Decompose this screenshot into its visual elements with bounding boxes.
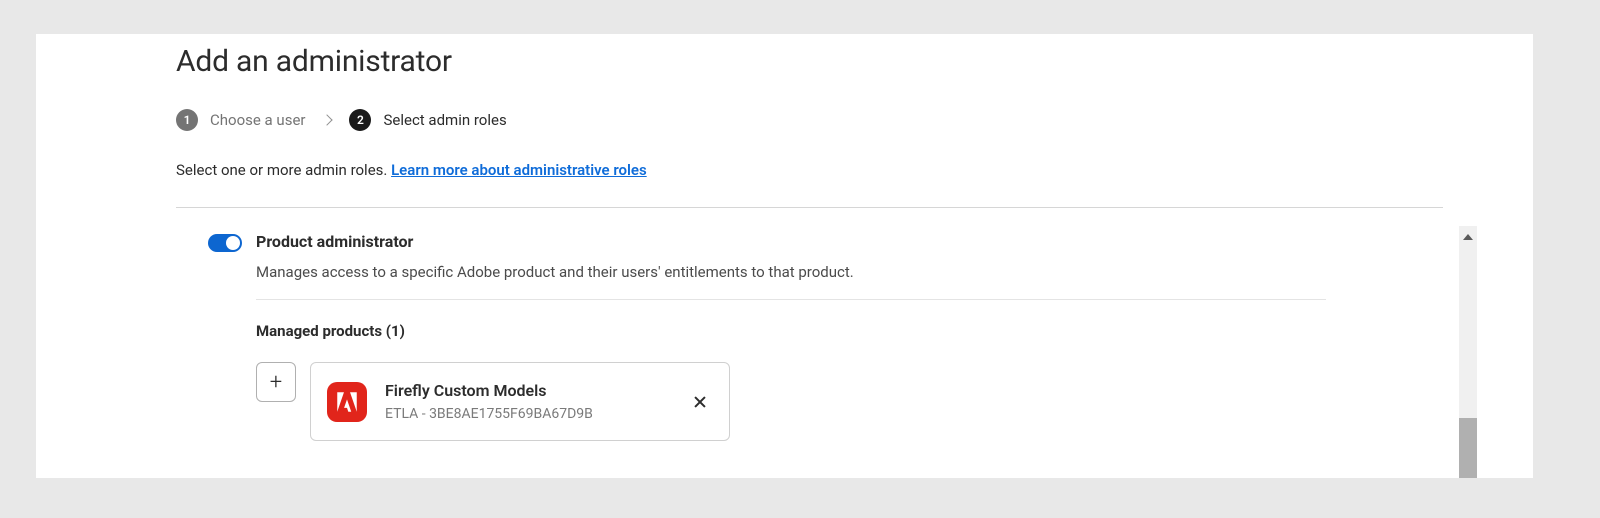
- product-subtitle: ETLA - 3BE8AE1755F69BA67D9B: [385, 406, 677, 422]
- step-choose-user[interactable]: 1 Choose a user: [176, 109, 305, 131]
- toggle-knob-icon: [226, 236, 240, 250]
- role-divider: [256, 299, 1326, 300]
- chevron-right-icon: [322, 114, 333, 125]
- product-name: Firefly Custom Models: [385, 381, 677, 400]
- section-divider: [176, 207, 1443, 208]
- step-label: Choose a user: [210, 111, 305, 129]
- adobe-logo-icon: [327, 382, 367, 422]
- role-product-admin-panel: Product administrator Manages access to …: [176, 232, 1326, 441]
- step-index-icon: 1: [176, 109, 198, 131]
- role-title: Product administrator: [256, 232, 1326, 251]
- learn-more-link[interactable]: Learn more about administrative roles: [391, 161, 647, 179]
- role-text-block: Product administrator Manages access to …: [256, 232, 1326, 441]
- step-select-admin-roles[interactable]: 2 Select admin roles: [349, 109, 506, 131]
- page-title: Add an administrator: [176, 44, 1443, 79]
- scroll-up-icon[interactable]: [1463, 234, 1473, 240]
- role-description: Manages access to a specific Adobe produ…: [256, 263, 1326, 281]
- helper-static-text: Select one or more admin roles.: [176, 161, 391, 179]
- remove-product-button[interactable]: [695, 393, 713, 411]
- scrollbar-thumb[interactable]: [1459, 418, 1477, 478]
- role-toggle[interactable]: [208, 234, 242, 252]
- add-product-button[interactable]: +: [256, 362, 296, 402]
- stepper: 1 Choose a user 2 Select admin roles: [176, 109, 1443, 131]
- dialog-content: Add an administrator 1 Choose a user 2 S…: [176, 44, 1443, 441]
- step-index-icon: 2: [349, 109, 371, 131]
- role-header-row: Product administrator Manages access to …: [176, 232, 1326, 441]
- product-text: Firefly Custom Models ETLA - 3BE8AE1755F…: [385, 381, 677, 422]
- helper-text: Select one or more admin roles. Learn mo…: [176, 161, 1443, 179]
- dialog-panel: Add an administrator 1 Choose a user 2 S…: [36, 34, 1533, 478]
- plus-icon: +: [270, 370, 282, 395]
- managed-products-row: + Firefly Custom Models ETLA - 3BE8AE175…: [256, 362, 1326, 441]
- managed-products-heading: Managed products (1): [256, 322, 1326, 340]
- step-label: Select admin roles: [383, 111, 506, 129]
- product-card: Firefly Custom Models ETLA - 3BE8AE1755F…: [310, 362, 730, 441]
